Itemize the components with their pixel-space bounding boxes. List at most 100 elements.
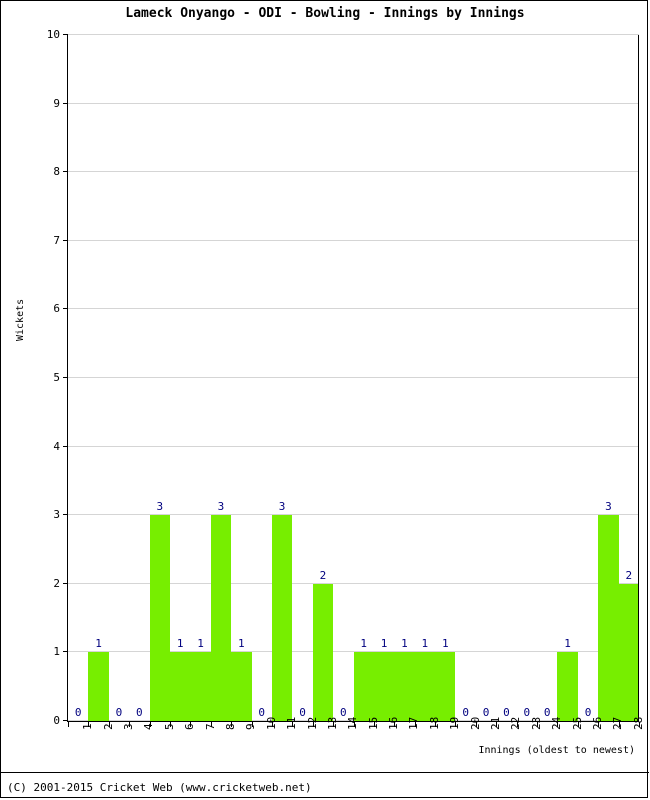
y-axis-tick <box>63 171 68 173</box>
bar-value-label: 0 <box>136 706 143 719</box>
gridline <box>68 102 639 104</box>
x-axis-tick <box>475 722 477 727</box>
x-axis-tick <box>394 722 396 727</box>
x-axis-tick <box>496 722 498 727</box>
x-axis-tick <box>537 722 539 727</box>
bar <box>88 652 109 721</box>
y-axis-tick-label: 2 <box>53 576 60 590</box>
x-axis-tick <box>516 722 518 727</box>
y-axis-tick <box>63 239 68 241</box>
x-axis-tick <box>210 722 212 727</box>
bar-value-label: 0 <box>115 706 123 719</box>
gridline <box>68 445 639 447</box>
gridline <box>68 171 639 173</box>
y-axis-tick <box>63 102 68 104</box>
bar-value-label: 3 <box>278 500 286 514</box>
x-axis-tick <box>108 722 110 727</box>
y-axis-tick-label: 9 <box>53 96 60 110</box>
x-axis-tick <box>312 722 314 727</box>
x-axis-tick <box>435 722 437 727</box>
y-axis-tick-label: 4 <box>53 439 60 453</box>
bar-value-label: 1 <box>176 637 184 651</box>
y-axis-tick-label: 0 <box>53 714 60 727</box>
x-axis-tick <box>353 722 355 727</box>
y-axis-tick <box>63 445 68 447</box>
gridline <box>68 377 639 378</box>
x-axis-tick <box>88 722 90 727</box>
bar-value-label: 3 <box>156 500 164 514</box>
bar-value-label: 1 <box>197 637 204 651</box>
x-axis-tick <box>639 722 640 727</box>
bar <box>394 652 415 721</box>
bar-value-label: 1 <box>564 637 571 651</box>
x-axis-tick <box>169 722 171 727</box>
gridline <box>68 239 639 241</box>
x-axis-tick <box>271 722 273 727</box>
y-axis-tick <box>63 377 68 378</box>
x-axis-tick <box>598 722 600 727</box>
bar <box>149 515 170 721</box>
bar-value-label: 1 <box>441 637 449 651</box>
x-axis-tick <box>251 722 253 727</box>
footer-separator <box>1 772 649 773</box>
gridline <box>68 308 639 310</box>
y-axis-tick-label: 7 <box>53 233 60 247</box>
chart-container: Lameck Onyango - ODI - Bowling - Innings… <box>0 0 649 798</box>
gridline <box>68 34 639 35</box>
bar <box>231 652 252 721</box>
bar <box>618 583 639 721</box>
x-axis-tick <box>292 722 294 727</box>
bar <box>190 652 211 721</box>
plot-right-border <box>638 35 639 722</box>
bar <box>557 652 578 721</box>
bar-value-label: 2 <box>319 568 327 582</box>
y-axis-tick-label: 6 <box>53 302 60 316</box>
bar-value-label: 2 <box>625 568 633 582</box>
bar-value-label: 1 <box>360 637 367 651</box>
bar <box>373 652 395 721</box>
bar <box>210 515 232 721</box>
bar <box>598 515 619 721</box>
x-axis-title: Innings (oldest to newest) <box>478 745 635 756</box>
bar-value-label: 1 <box>421 637 429 651</box>
footer-copyright: (C) 2001-2015 Cricket Web (www.cricketwe… <box>7 781 312 794</box>
bar-value-label: 1 <box>95 637 102 651</box>
x-axis-tick <box>557 722 559 727</box>
bar <box>435 652 456 721</box>
bar-value-label: 0 <box>74 706 82 719</box>
x-axis-tick <box>129 722 131 727</box>
bar-value-label: 3 <box>605 500 612 514</box>
x-axis-tick <box>577 722 579 727</box>
bar-value-label: 1 <box>401 637 408 651</box>
x-axis-tick <box>231 722 233 727</box>
y-axis-tick <box>63 720 68 721</box>
x-axis-tick <box>190 722 192 727</box>
bar-value-label: 1 <box>238 637 245 651</box>
y-axis-tick-label: 1 <box>53 645 60 659</box>
y-axis-tick-label: 10 <box>46 28 60 41</box>
y-axis-tick-label: 5 <box>53 371 60 384</box>
chart-title: Lameck Onyango - ODI - Bowling - Innings… <box>125 6 525 21</box>
x-axis-tick <box>68 722 69 727</box>
y-axis-tick <box>63 582 68 584</box>
bar-value-label: 3 <box>217 500 225 514</box>
bar-value-label: 1 <box>380 637 388 651</box>
y-axis-tick <box>63 308 68 310</box>
y-axis-tick-label: 3 <box>53 508 60 522</box>
x-axis-tick <box>149 722 151 727</box>
bar <box>414 652 436 721</box>
plot-area: 0 1 2 3 4 5 6 7 8 9 10 010031131030201111100000103… <box>47 29 645 730</box>
bar <box>312 583 334 721</box>
y-axis-tick <box>63 34 68 35</box>
x-axis-tick <box>414 722 416 727</box>
x-axis-tick <box>373 722 375 727</box>
bar <box>353 652 374 721</box>
y-axis-tick-label: 8 <box>53 165 60 179</box>
y-axis-tick <box>63 514 68 516</box>
bar <box>271 515 293 721</box>
y-axis-tick <box>63 651 68 653</box>
x-axis-tick <box>455 722 457 727</box>
bar <box>169 652 191 721</box>
x-axis-tick <box>333 722 335 727</box>
x-axis-tick <box>618 722 620 727</box>
